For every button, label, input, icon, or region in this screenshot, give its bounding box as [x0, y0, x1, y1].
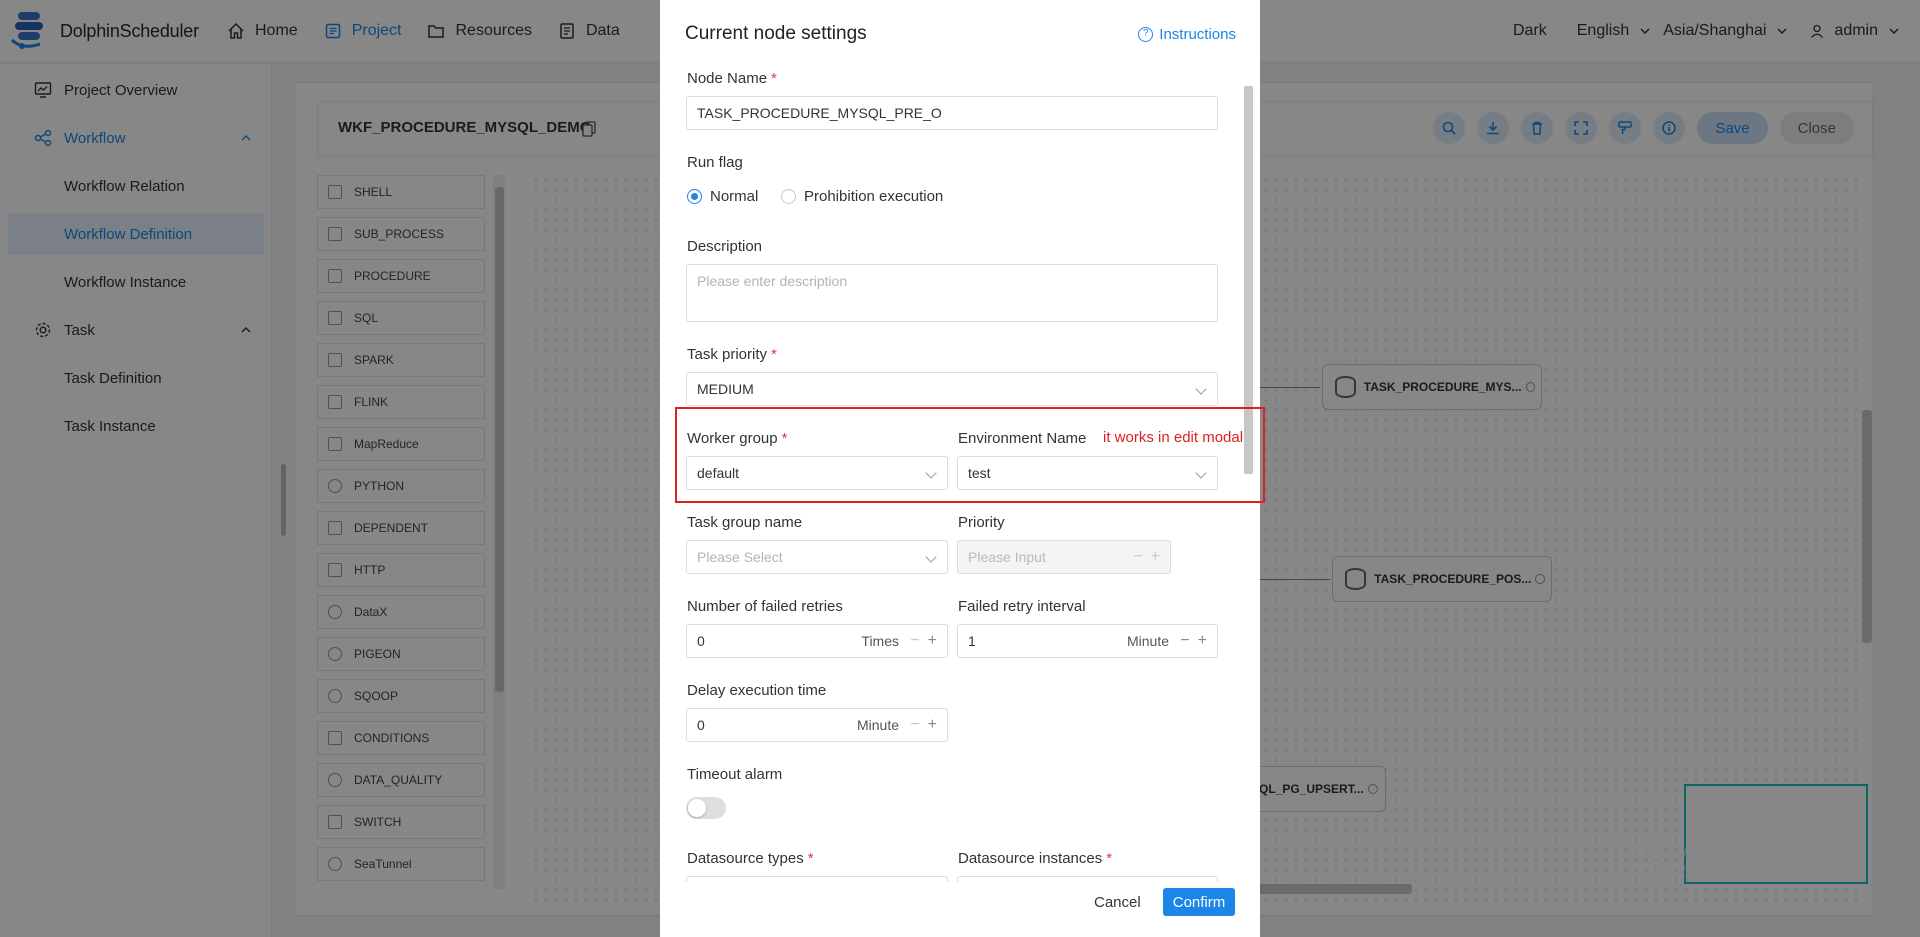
- task-priority-label: Task priority *: [687, 346, 777, 363]
- minus-icon[interactable]: −: [1180, 633, 1189, 649]
- priority-placeholder: Please Input: [968, 549, 1046, 565]
- cancel-button[interactable]: Cancel: [1094, 889, 1141, 917]
- description-label: Description: [687, 238, 763, 255]
- minus-icon[interactable]: −: [1133, 549, 1142, 565]
- annotation-text: it works in edit modal: [1103, 429, 1244, 446]
- priority-steppers: − +: [1133, 549, 1160, 565]
- task-priority-value: MEDIUM: [697, 381, 754, 397]
- delay-execution-label: Delay execution time: [687, 682, 827, 699]
- retry-interval-label: Failed retry interval: [958, 598, 1086, 615]
- run-flag-normal-radio[interactable]: Normal: [687, 188, 758, 205]
- delay-execution-input[interactable]: 0 Minute − +: [686, 708, 948, 742]
- failed-retries-value: 0: [697, 633, 705, 649]
- failed-retries-input[interactable]: 0 Times − +: [686, 624, 948, 658]
- retry-interval-steppers: − +: [1180, 633, 1207, 649]
- task-group-placeholder: Please Select: [697, 549, 783, 565]
- delay-execution-steppers: − +: [910, 717, 937, 733]
- node-name-value: TASK_PROCEDURE_MYSQL_PRE_O: [697, 105, 942, 121]
- task-group-select[interactable]: Please Select: [686, 540, 948, 574]
- retry-interval-value: 1: [968, 633, 976, 649]
- confirm-button[interactable]: Confirm: [1163, 888, 1235, 916]
- failed-retries-unit: Times: [861, 633, 899, 649]
- run-flag-label: Run flag: [687, 154, 743, 171]
- annotation-highlight-box: [675, 407, 1265, 503]
- modal-title: Current node settings: [685, 23, 867, 44]
- run-flag-normal-label: Normal: [710, 188, 759, 205]
- plus-icon[interactable]: +: [928, 633, 937, 649]
- failed-retries-label: Number of failed retries: [687, 598, 843, 615]
- priority-input[interactable]: Please Input − +: [957, 540, 1171, 574]
- timeout-alarm-toggle[interactable]: [686, 797, 726, 819]
- instructions-label: Instructions: [1159, 26, 1236, 43]
- plus-icon[interactable]: +: [928, 717, 937, 733]
- radio-checked-icon: [687, 189, 702, 204]
- plus-icon[interactable]: +: [1198, 633, 1207, 649]
- description-textarea[interactable]: Please enter description: [686, 264, 1218, 322]
- retry-interval-unit: Minute: [1126, 633, 1169, 649]
- failed-retries-steppers: − +: [910, 633, 937, 649]
- run-flag-prohibition-label: Prohibition execution: [804, 188, 944, 205]
- task-group-label: Task group name: [687, 514, 803, 531]
- delay-execution-unit: Minute: [856, 717, 899, 733]
- timeout-alarm-label: Timeout alarm: [687, 766, 783, 783]
- task-priority-select[interactable]: MEDIUM: [686, 372, 1218, 406]
- minus-icon[interactable]: −: [910, 717, 919, 733]
- minus-icon[interactable]: −: [910, 633, 919, 649]
- retry-interval-input[interactable]: 1 Minute − +: [957, 624, 1218, 658]
- run-flag-prohibition-radio[interactable]: Prohibition execution: [781, 188, 943, 205]
- priority-label: Priority: [958, 514, 1005, 531]
- help-icon: ?: [1138, 27, 1154, 42]
- datasource-instances-label: Datasource instances *: [958, 850, 1113, 867]
- node-name-input[interactable]: TASK_PROCEDURE_MYSQL_PRE_O: [686, 96, 1218, 130]
- delay-execution-value: 0: [697, 717, 705, 733]
- radio-unchecked-icon: [781, 189, 796, 204]
- plus-icon[interactable]: +: [1151, 549, 1160, 565]
- datasource-types-label: Datasource types *: [687, 850, 814, 867]
- instructions-link[interactable]: ? Instructions: [1138, 26, 1236, 43]
- description-placeholder: Please enter description: [697, 273, 848, 289]
- chevron-down-icon: [925, 551, 937, 563]
- node-name-label: Node Name *: [687, 70, 777, 87]
- chevron-down-icon: [1195, 383, 1207, 395]
